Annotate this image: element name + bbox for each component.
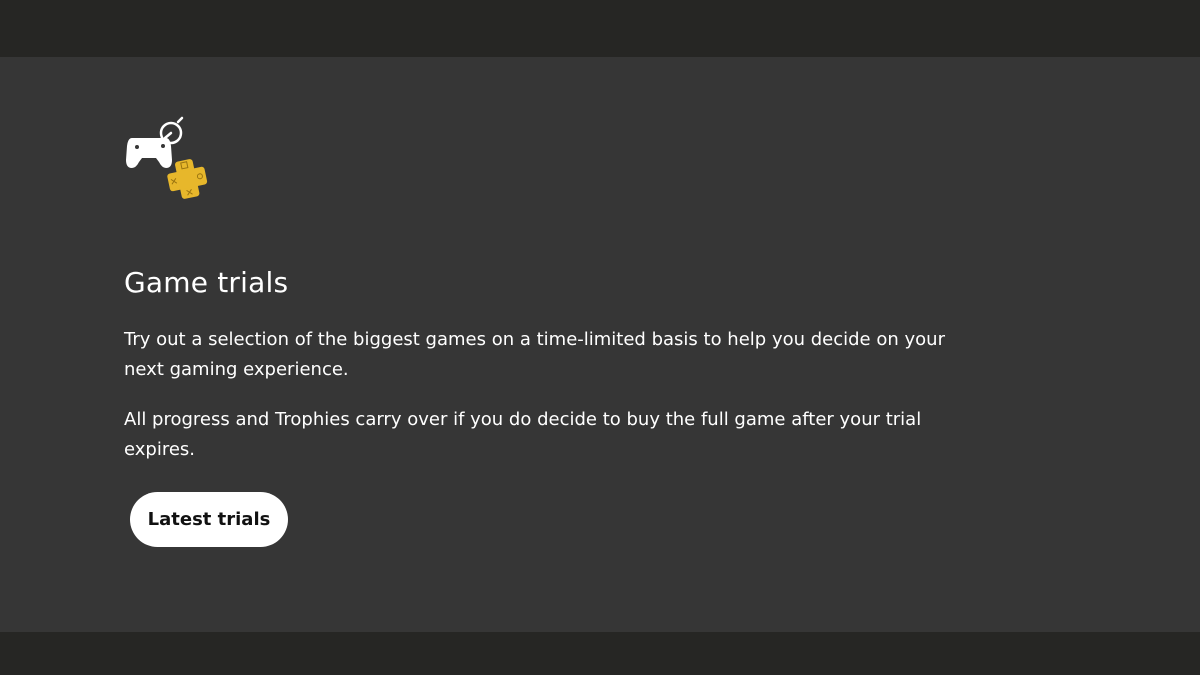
section-description-progress: All progress and Trophies carry over if … [124,409,922,460]
section-description: Try out a selection of the biggest games… [124,329,945,380]
game-trial-plus-icon [122,116,212,200]
timer-icon [159,116,184,145]
top-bar [0,0,1200,57]
section-title: Game trials [124,266,289,299]
latest-trials-button[interactable]: Latest trials [130,492,288,547]
bottom-bar [0,632,1200,675]
